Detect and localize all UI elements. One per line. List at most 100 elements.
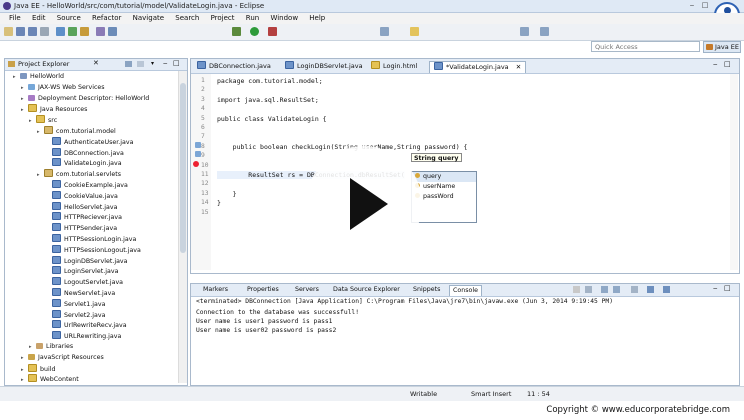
tab-snippets[interactable]: Snippets xyxy=(413,285,440,295)
open-type-icon[interactable] xyxy=(96,27,105,36)
tab-logindbservlet[interactable]: LoginDBServlet.java xyxy=(285,61,363,72)
code-line[interactable]: public class ValidateLogin { xyxy=(217,115,327,123)
debug-icon[interactable] xyxy=(232,27,241,36)
tree-item[interactable]: ▸ Java Resources xyxy=(21,104,87,114)
tree-item[interactable]: AuthenticateUser.java xyxy=(45,136,133,147)
expand-arrow-icon[interactable]: ▸ xyxy=(21,365,28,375)
code-line[interactable]: package com.tutorial.model; xyxy=(217,77,323,85)
tree-item[interactable]: HTTPSender.java xyxy=(45,223,117,233)
scroll-lock-icon[interactable] xyxy=(613,286,620,293)
tab-validatelogin[interactable]: *ValidateLogin.java ✕ xyxy=(429,61,527,73)
tree-item[interactable]: LoginServlet.java xyxy=(45,266,118,276)
terminate-icon[interactable] xyxy=(573,286,580,293)
tree-item[interactable]: CookieValue.java xyxy=(45,190,118,201)
menu-source[interactable]: Source xyxy=(57,13,81,24)
code-line[interactable]: import java.sql.ResultSet; xyxy=(217,96,319,104)
menu-search[interactable]: Search xyxy=(175,13,199,24)
view-menu-icon[interactable]: ▾ xyxy=(151,60,154,67)
link-editor-icon[interactable] xyxy=(137,61,144,67)
menu-window[interactable]: Window xyxy=(270,13,298,24)
expand-arrow-icon[interactable]: ▸ xyxy=(21,83,28,93)
clear-console-icon[interactable] xyxy=(601,286,608,293)
remove-launch-icon[interactable] xyxy=(585,286,592,293)
tree-item[interactable]: ▸ JAX-WS Web Services xyxy=(21,83,105,93)
tree-item[interactable]: HTTPSessionLogin.java xyxy=(45,234,136,244)
tree-item[interactable]: ▸ HelloWorld xyxy=(13,72,64,82)
expand-arrow-icon[interactable]: ▸ xyxy=(21,375,28,385)
tree-item[interactable]: ▸ com.tutorial.model xyxy=(37,126,116,136)
minimize-icon[interactable]: ‒ xyxy=(686,1,698,10)
expand-arrow-icon[interactable]: ▸ xyxy=(37,170,44,180)
tree-item[interactable]: ▸ src xyxy=(29,115,57,125)
mark-occurrences-icon[interactable] xyxy=(410,27,419,36)
scrollbar[interactable] xyxy=(178,71,187,383)
save-icon[interactable] xyxy=(16,27,25,36)
tree-item[interactable]: ▸ com.tutorial.servlets xyxy=(37,169,121,179)
tree-item[interactable]: CookieExample.java xyxy=(45,180,128,190)
tree-item[interactable]: Servlet2.java xyxy=(45,309,105,320)
menu-help[interactable]: Help xyxy=(309,13,325,24)
assist-item-username[interactable]: userName xyxy=(412,182,476,192)
close-icon[interactable]: ✕ xyxy=(516,63,521,71)
tab-markers[interactable]: Markers xyxy=(203,285,228,295)
new-class-icon[interactable] xyxy=(68,27,77,36)
display-console-icon[interactable] xyxy=(647,286,654,293)
quick-access-input[interactable]: Quick Access xyxy=(591,41,700,52)
pin-console-icon[interactable] xyxy=(631,286,638,293)
video-play-button[interactable] xyxy=(306,146,422,262)
next-annotation-icon[interactable] xyxy=(380,27,389,36)
tree-item[interactable]: ▸ Libraries xyxy=(29,342,73,352)
code-line[interactable]: } xyxy=(217,199,221,207)
back-icon[interactable] xyxy=(520,27,529,36)
expand-arrow-icon[interactable]: ▸ xyxy=(29,116,36,126)
menu-refactor[interactable]: Refactor xyxy=(92,13,121,24)
expand-arrow-icon[interactable]: ▸ xyxy=(21,94,28,104)
tree-item[interactable]: LogoutServlet.java xyxy=(45,277,123,287)
forward-icon[interactable] xyxy=(540,27,549,36)
expand-arrow-icon[interactable]: ▸ xyxy=(13,72,20,82)
assist-item-query[interactable]: query xyxy=(412,172,476,182)
tree-item[interactable]: HTTPReciever.java xyxy=(45,212,122,222)
vertical-scrollbar[interactable] xyxy=(730,74,738,270)
tree-item[interactable]: ▸ Deployment Descriptor: HelloWorld xyxy=(21,94,149,104)
external-tools-icon[interactable] xyxy=(268,27,277,36)
expand-arrow-icon[interactable]: ▸ xyxy=(29,342,36,352)
search-icon[interactable] xyxy=(108,27,117,36)
new-package-icon[interactable] xyxy=(80,27,89,36)
tree-item[interactable]: ▸ build xyxy=(21,363,55,375)
tab-console[interactable]: Console xyxy=(449,285,482,296)
tree-item[interactable]: DBConnection.java xyxy=(45,147,124,158)
perspective-java-ee-button[interactable]: Java EE xyxy=(703,41,741,53)
minimize-view-icon[interactable]: ‒ xyxy=(163,59,167,67)
run-icon[interactable] xyxy=(250,27,259,36)
tree-item[interactable]: HTTPSessionLogout.java xyxy=(45,244,141,255)
menu-run[interactable]: Run xyxy=(246,13,259,24)
maximize-icon[interactable]: □ xyxy=(699,1,711,10)
minimize-view-icon[interactable]: ‒ xyxy=(713,60,717,68)
minimize-view-icon[interactable]: ‒ xyxy=(713,284,717,292)
tree-item[interactable]: ▸ JavaScript Resources xyxy=(21,353,104,363)
maximize-view-icon[interactable]: □ xyxy=(724,60,731,68)
print-icon[interactable] xyxy=(40,27,49,36)
code-editor[interactable]: DBConnection.java LoginDBServlet.java Lo… xyxy=(190,58,740,274)
tab-servers[interactable]: Servers xyxy=(295,285,319,295)
menu-file[interactable]: File xyxy=(9,13,21,24)
expand-arrow-icon[interactable]: ▸ xyxy=(37,127,44,137)
menu-project[interactable]: Project xyxy=(211,13,235,24)
tree-item[interactable]: ▸ WebContent xyxy=(21,374,79,384)
tab-data-source-explorer[interactable]: Data Source Explorer xyxy=(333,285,400,295)
server-icon[interactable] xyxy=(56,27,65,36)
tree-item[interactable]: LoginDBServlet.java xyxy=(45,255,128,266)
tab-login-html[interactable]: Login.html xyxy=(371,61,417,72)
menu-navigate[interactable]: Navigate xyxy=(133,13,164,24)
new-icon[interactable] xyxy=(4,27,13,36)
collapse-all-icon[interactable] xyxy=(125,61,132,67)
maximize-view-icon[interactable]: □ xyxy=(173,59,180,67)
menu-edit[interactable]: Edit xyxy=(32,13,46,24)
tree-item[interactable]: NewServlet.java xyxy=(45,288,115,298)
tree-item[interactable]: URLRewriting.java xyxy=(45,331,121,341)
tree-item[interactable]: Servlet1.java xyxy=(45,298,105,309)
tree-item[interactable]: HelloServlet.java xyxy=(45,201,117,212)
open-console-icon[interactable] xyxy=(663,286,670,293)
tab-dbconnection[interactable]: DBConnection.java xyxy=(197,61,271,72)
